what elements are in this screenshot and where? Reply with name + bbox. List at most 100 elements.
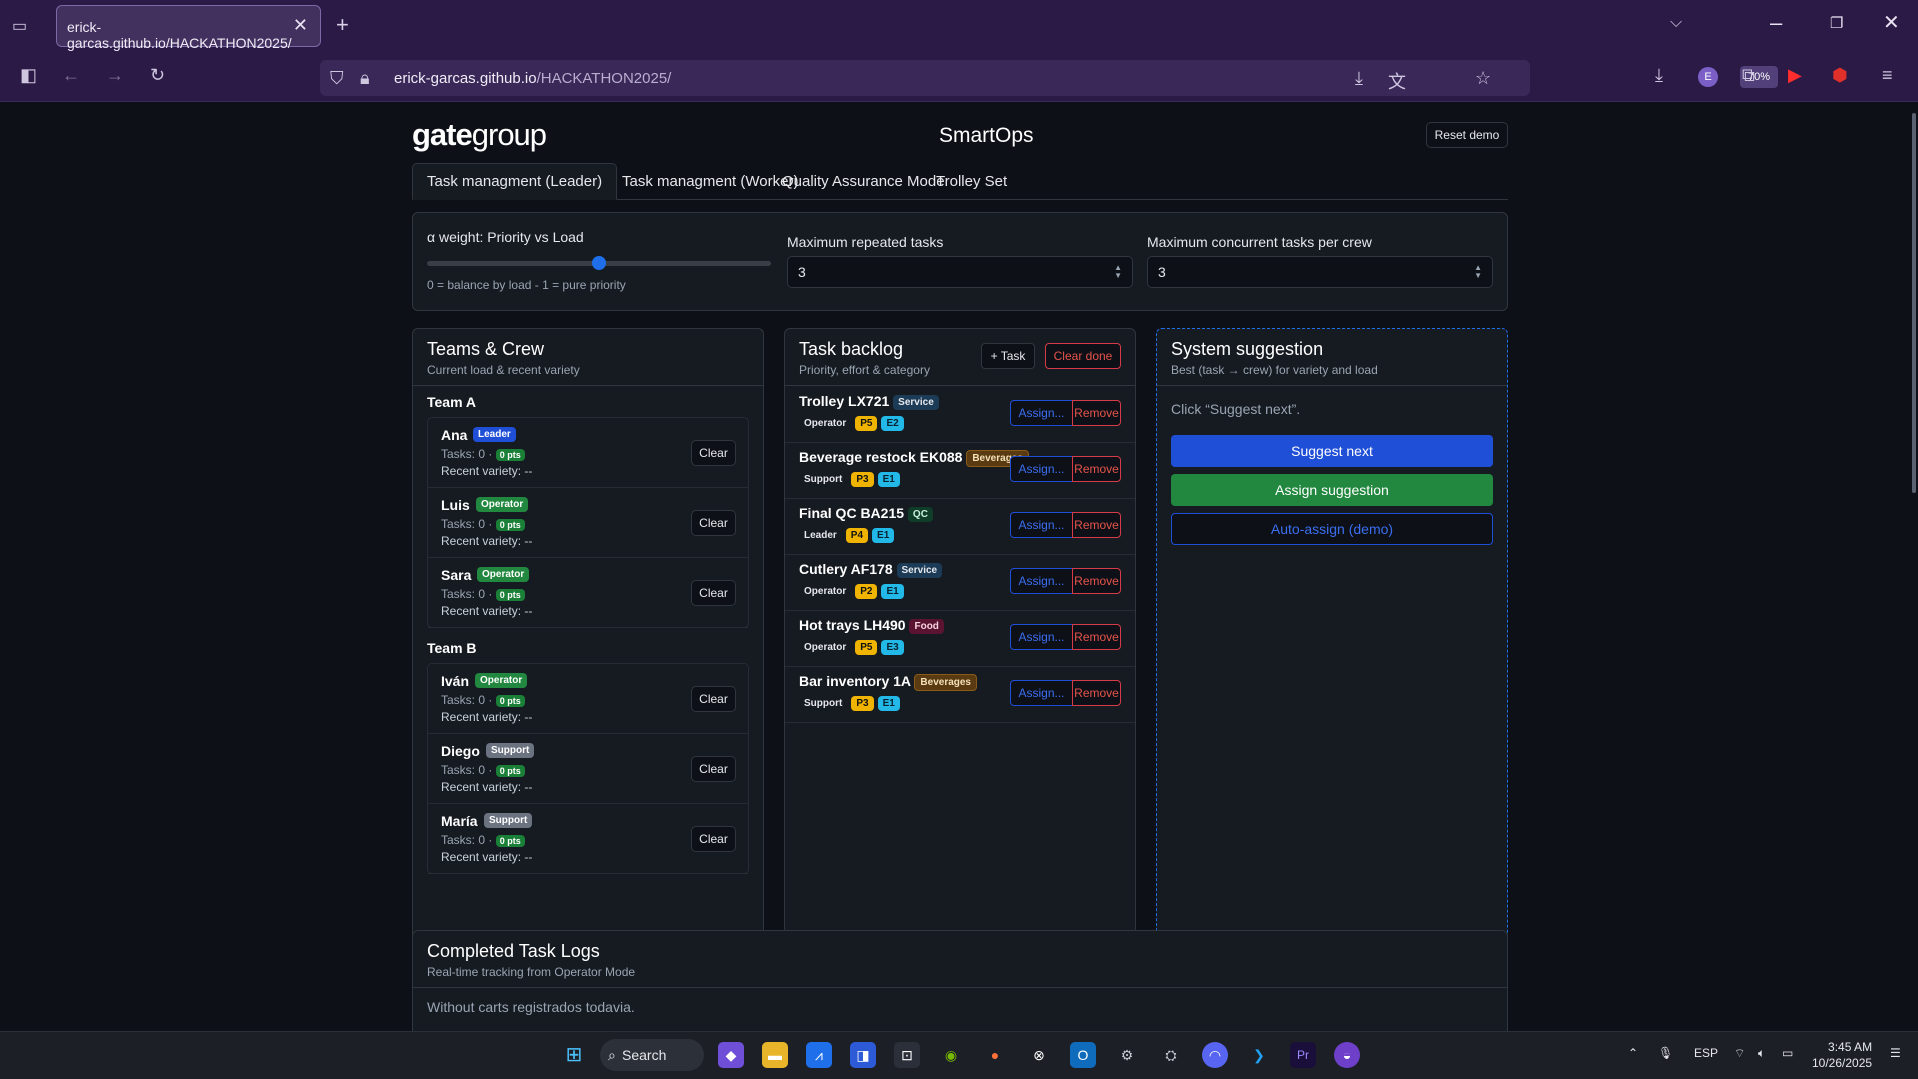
lock-icon[interactable]: 🔒︎ (360, 68, 370, 89)
clock[interactable]: 3:45 AM 10/26/2025 (1812, 1039, 1872, 1071)
page-scrollbar[interactable] (1912, 113, 1916, 493)
stepper-icon[interactable]: ▲ ▼ (1114, 264, 1122, 280)
translate-icon[interactable]: 文 (1388, 68, 1406, 94)
ublock-icon[interactable]: ⬢ (1832, 65, 1848, 86)
backlog-subtitle: Priority, effort & category (799, 363, 930, 377)
assign-button[interactable]: Assign... (1010, 400, 1073, 426)
menu-icon[interactable]: ≡ (1882, 65, 1893, 86)
tasks-count: Tasks: 0 · (441, 517, 493, 531)
store-icon[interactable]: ⊡ (894, 1042, 920, 1068)
backlog-title: Task backlog (799, 339, 904, 359)
clear-button[interactable]: Clear (691, 440, 736, 466)
suggest-next-button[interactable]: Suggest next (1171, 435, 1493, 467)
auto-assign-button[interactable]: Auto-assign (demo) (1171, 513, 1493, 545)
tray-chevron-icon[interactable]: ⌃ (1628, 1046, 1638, 1060)
assign-button[interactable]: Assign... (1010, 456, 1073, 482)
divider (413, 987, 1507, 988)
language-indicator[interactable]: ESP (1694, 1046, 1718, 1060)
back-icon[interactable]: ← (62, 65, 80, 86)
assign-button[interactable]: Assign... (1010, 512, 1073, 538)
app-icon[interactable]: ◨ (850, 1042, 876, 1068)
window-close-icon[interactable]: ✕ (1883, 10, 1900, 35)
reload-icon[interactable]: ↻ (150, 65, 165, 86)
github-icon[interactable]: ◒ (1334, 1042, 1360, 1068)
tab-list-icon[interactable]: ▭ (12, 16, 34, 36)
points-badge: 0 pts (495, 518, 525, 531)
close-icon[interactable]: ✕ (293, 15, 308, 36)
chevron-down-icon[interactable]: ⌵ (1670, 14, 1682, 32)
task-name-line: Hot trays LH490 Food (799, 617, 948, 634)
firefox-icon[interactable]: ● (982, 1042, 1008, 1068)
minimize-icon[interactable]: – (1770, 10, 1782, 36)
address-bar[interactable]: ⛉ 🔒︎ erick-garcas.github.io/HACKATHON202… (320, 60, 1778, 96)
remove-button[interactable]: Remove (1072, 568, 1121, 594)
windows-start-icon[interactable]: ⊞ (561, 1042, 587, 1068)
xbox-icon[interactable]: ⊗ (1026, 1042, 1052, 1068)
discord-icon[interactable]: ◠ (1202, 1042, 1228, 1068)
crew-member-row: Ana Leader Tasks: 0 · 0 pts Recent variety:… (428, 418, 748, 488)
wifi-icon[interactable]: ⌔ (1734, 1046, 1745, 1061)
app-icon[interactable]: ⩘ (806, 1042, 832, 1068)
download-page-icon[interactable]: ⤓ (1355, 68, 1363, 89)
star-icon[interactable]: ☆ (1475, 68, 1491, 89)
member-name: Iván (441, 673, 470, 689)
alpha-slider[interactable] (427, 256, 771, 270)
reset-demo-button[interactable]: Reset demo (1426, 122, 1508, 148)
task-tags: Leader P4 E1 (799, 527, 898, 545)
task-tags: Operator P5 E2 (799, 415, 908, 433)
clear-button[interactable]: Clear (691, 580, 736, 606)
extensions-icon[interactable]: ⧉ (1742, 65, 1755, 86)
battery-icon[interactable]: ▭ (1782, 1046, 1793, 1060)
max-repeated-input[interactable]: 3 ▲ ▼ (787, 256, 1133, 288)
alpha-slider-thumb[interactable] (592, 256, 606, 270)
vscode-icon[interactable]: ❯ (1246, 1042, 1272, 1068)
notifications-icon[interactable]: ☰ (1890, 1046, 1901, 1060)
remove-button[interactable]: Remove (1072, 512, 1121, 538)
browser-navbar: ◧ ← → ↻ ⛉ 🔒︎ erick-garcas.github.io/HACK… (0, 52, 1918, 102)
crew-member-row: Diego Support Tasks: 0 · 0 pts Recent varie… (428, 734, 748, 804)
priority-badge: P5 (855, 416, 878, 432)
remove-button[interactable]: Remove (1072, 456, 1121, 482)
taskbar-search[interactable]: ⌕ Search (600, 1039, 704, 1071)
remove-button[interactable]: Remove (1072, 680, 1121, 706)
premiere-icon[interactable]: Pr (1290, 1042, 1316, 1068)
assign-button[interactable]: Assign... (1010, 624, 1073, 650)
suggestion-subtitle: Best (task → crew) for variety and load (1171, 363, 1378, 377)
stepper-icon[interactable]: ▲ ▼ (1474, 264, 1482, 280)
forward-icon[interactable]: → (106, 65, 124, 86)
microphone-icon[interactable]: 🎙︎ (1658, 1046, 1673, 1060)
browser-tab[interactable]: erick-garcas.github.io/HACKATHON2025/ ✕ (56, 5, 321, 51)
sidebar-icon[interactable]: ◧ (20, 65, 37, 86)
tab-trolley-set[interactable]: Trolley Set (922, 163, 1021, 200)
clear-button[interactable]: Clear (691, 826, 736, 852)
clear-button[interactable]: Clear (691, 686, 736, 712)
clear-button[interactable]: Clear (691, 510, 736, 536)
task-name: Trolley LX721 (799, 393, 890, 409)
outlook-icon[interactable]: O (1070, 1042, 1096, 1068)
add-task-button[interactable]: + Task (981, 343, 1035, 369)
settings-gear-icon[interactable]: ⚙ (1114, 1042, 1140, 1068)
youtube-icon[interactable]: ▶ (1788, 65, 1802, 86)
max-concurrent-input[interactable]: 3 ▲ ▼ (1147, 256, 1493, 288)
steam-icon[interactable]: ⛭ (1158, 1042, 1184, 1068)
clear-button[interactable]: Clear (691, 756, 736, 782)
account-icon[interactable]: E (1698, 67, 1718, 87)
remove-button[interactable]: Remove (1072, 400, 1121, 426)
assign-button[interactable]: Assign... (1010, 680, 1073, 706)
recent-variety: Recent variety: -- (441, 850, 532, 864)
restore-icon[interactable]: ❐ (1830, 14, 1843, 32)
effort-badge: E2 (881, 416, 904, 432)
assign-button[interactable]: Assign... (1010, 568, 1073, 594)
remove-button[interactable]: Remove (1072, 624, 1121, 650)
clear-done-button[interactable]: Clear done (1045, 343, 1121, 369)
new-tab-icon[interactable]: + (336, 12, 349, 38)
url-text[interactable]: erick-garcas.github.io/HACKATHON2025/ (394, 70, 671, 87)
file-explorer-icon[interactable]: ▬ (762, 1042, 788, 1068)
volume-icon[interactable]: 🔈︎ (1758, 1046, 1765, 1061)
downloads-icon[interactable]: ⤓ (1655, 65, 1663, 86)
nvidia-icon[interactable]: ◉ (938, 1042, 964, 1068)
tab-task-leader[interactable]: Task managment (Leader) (412, 163, 618, 200)
assign-suggestion-button[interactable]: Assign suggestion (1171, 474, 1493, 506)
copilot-icon[interactable]: ◆ (718, 1042, 744, 1068)
shield-icon[interactable]: ⛉ (330, 68, 344, 89)
